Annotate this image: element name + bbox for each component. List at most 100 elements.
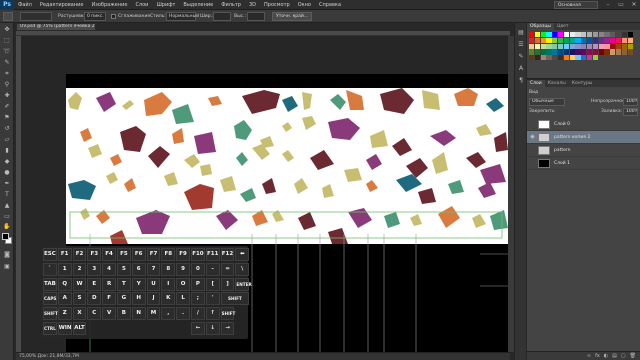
color-swatch[interactable]	[534, 49, 540, 55]
color-swatch[interactable]	[581, 49, 587, 55]
maximize-button[interactable]: ▭	[615, 0, 627, 10]
color-swatch[interactable]	[621, 37, 627, 43]
blur-tool-icon[interactable]: ◆	[3, 158, 11, 166]
brush-tool-icon[interactable]: ✐	[3, 103, 11, 111]
layers-footer-icon[interactable]: ▢	[621, 353, 626, 359]
color-swatch[interactable]	[627, 49, 633, 55]
color-swatch[interactable]	[563, 55, 569, 61]
keyboard-key[interactable]: 7	[146, 262, 161, 276]
keyboard-key[interactable]: 0	[191, 262, 205, 276]
color-swatch[interactable]	[563, 43, 569, 49]
keyboard-key[interactable]: `	[43, 262, 57, 276]
color-swatch[interactable]	[558, 55, 564, 61]
keyboard-key[interactable]: /	[191, 307, 205, 321]
color-swatch[interactable]	[552, 55, 558, 61]
keyboard-key[interactable]: E	[87, 277, 102, 291]
arrow-key[interactable]: ↓	[205, 322, 220, 335]
keyboard-key[interactable]: 1	[57, 262, 72, 276]
keyboard-key[interactable]: SHIFT	[220, 292, 250, 306]
keyboard-key[interactable]: =	[220, 262, 235, 276]
visibility-eye-icon[interactable]	[529, 147, 536, 154]
color-swatch[interactable]	[627, 43, 633, 49]
height-input[interactable]	[247, 12, 265, 21]
keyboard-key[interactable]: [	[205, 277, 220, 291]
healing-brush-tool-icon[interactable]: ✚	[3, 92, 11, 100]
marquee-tool-icon[interactable]: ⬚	[3, 37, 11, 45]
color-swatch[interactable]	[616, 49, 622, 55]
keyboard-key[interactable]: 4	[102, 262, 116, 276]
color-swatch[interactable]	[621, 43, 627, 49]
document-tab[interactable]: UV.psd @ 75% (pattern ячейка 2, RGB/8) *	[16, 23, 96, 31]
color-swatch[interactable]	[604, 43, 610, 49]
color-swatch[interactable]	[627, 37, 633, 43]
keyboard-key[interactable]: U	[146, 277, 161, 291]
color-swatch[interactable]	[592, 55, 598, 61]
keyboard-key[interactable]: ]	[220, 277, 235, 291]
keyboard-key[interactable]: '	[205, 292, 220, 306]
color-swatch[interactable]	[581, 37, 587, 43]
keyboard-key[interactable]: F7	[146, 248, 161, 261]
lasso-tool-icon[interactable]: ➰	[3, 48, 11, 56]
keyboard-key[interactable]: \	[235, 262, 250, 276]
keyboard-key[interactable]: F2	[72, 248, 87, 261]
color-swatch[interactable]	[529, 49, 535, 55]
keyboard-key[interactable]: SHIFT	[220, 307, 235, 321]
color-swatch[interactable]	[529, 37, 535, 43]
keyboard-key[interactable]: F4	[102, 248, 116, 261]
color-swatch[interactable]	[587, 32, 593, 38]
pattern-artwork[interactable]	[66, 88, 508, 244]
keyboard-key[interactable]: 2	[72, 262, 87, 276]
fill-input[interactable]: 100%	[623, 108, 638, 116]
keyboard-key[interactable]: I	[161, 277, 176, 291]
marquee-tool-preset-icon[interactable]	[3, 12, 13, 21]
shape-tool-icon[interactable]: ▭	[3, 213, 11, 221]
keyboard-key[interactable]: Q	[57, 277, 72, 291]
color-swatch[interactable]	[534, 55, 540, 61]
color-swatch[interactable]	[558, 43, 564, 49]
color-swatch[interactable]	[610, 32, 616, 38]
menu-select[interactable]: Выделение	[179, 2, 217, 8]
keyboard-key[interactable]: ↑	[205, 307, 220, 321]
keyboard-key[interactable]: 3	[87, 262, 102, 276]
keyboard-key[interactable]: F5	[117, 248, 131, 261]
color-swatch[interactable]	[575, 37, 581, 43]
keyboard-key[interactable]: ⬅	[235, 248, 250, 261]
color-swatch[interactable]	[604, 49, 610, 55]
keyboard-key[interactable]: 6	[131, 262, 146, 276]
keyboard-key[interactable]: N	[131, 307, 146, 321]
clone-stamp-tool-icon[interactable]: ⚑	[3, 114, 11, 122]
keyboard-key[interactable]: WIN	[57, 322, 72, 335]
color-swatch[interactable]	[534, 37, 540, 43]
keyboard-key[interactable]: M	[146, 307, 161, 321]
keyboard-key[interactable]: X	[72, 307, 87, 321]
color-swatch[interactable]	[575, 43, 581, 49]
keyboard-key[interactable]: F	[102, 292, 116, 306]
antialias-checkbox[interactable]	[111, 14, 116, 19]
color-swatch[interactable]	[540, 32, 546, 38]
color-swatch[interactable]	[540, 37, 546, 43]
path-select-tool-icon[interactable]: ▲	[3, 202, 11, 210]
dodge-tool-icon[interactable]: ●	[3, 169, 11, 177]
tab-swatches[interactable]: Образцы	[527, 23, 554, 30]
color-swatch[interactable]	[575, 55, 581, 61]
menu-file[interactable]: Файл	[14, 2, 36, 8]
keyboard-key[interactable]: P	[191, 277, 205, 291]
keyboard-key[interactable]: F10	[191, 248, 205, 261]
color-swatch[interactable]	[598, 43, 604, 49]
keyboard-key[interactable]: .	[176, 307, 190, 321]
color-swatch[interactable]	[534, 32, 540, 38]
color-swatch[interactable]	[540, 55, 546, 61]
color-swatch[interactable]	[604, 37, 610, 43]
color-swatch[interactable]	[592, 37, 598, 43]
color-swatch[interactable]	[587, 43, 593, 49]
color-swatch[interactable]	[569, 37, 575, 43]
color-swatch[interactable]	[558, 49, 564, 55]
crop-tool-icon[interactable]: ⌗	[3, 70, 11, 78]
feather-input[interactable]: 0 пикс.	[84, 12, 106, 21]
visibility-eye-icon[interactable]: ◉	[529, 134, 536, 141]
keyboard-key[interactable]: ,	[161, 307, 176, 321]
color-swatch[interactable]	[610, 37, 616, 43]
keyboard-key[interactable]: B	[117, 307, 131, 321]
color-swatch[interactable]	[621, 49, 627, 55]
color-swatch[interactable]	[552, 43, 558, 49]
